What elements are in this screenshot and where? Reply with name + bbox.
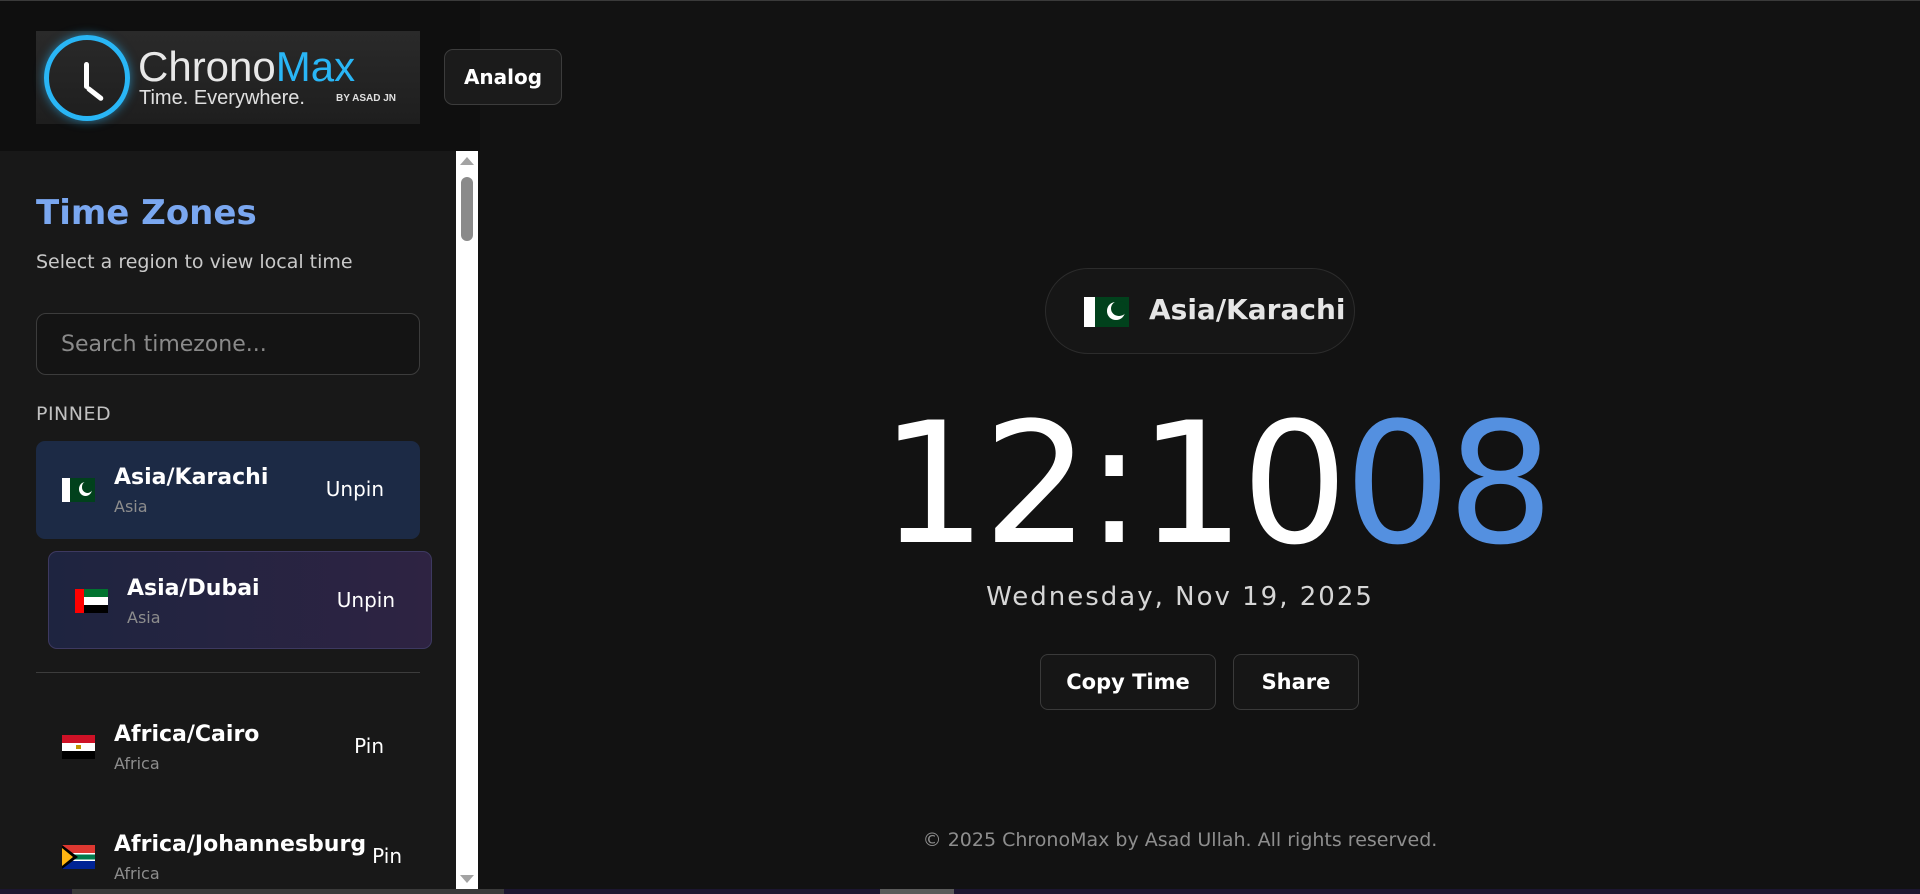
logo-tagline: Time. Everywhere.	[139, 87, 305, 109]
horizontal-scrollbar[interactable]	[0, 889, 1920, 894]
pk-flag-icon	[1084, 297, 1129, 327]
scroll-down-arrow-icon[interactable]	[460, 875, 474, 883]
sidebar-scrollbar[interactable]	[456, 151, 478, 889]
footer-copyright: © 2025 ChronoMax by Asad Ullah. All righ…	[922, 829, 1438, 851]
clock-hours-minutes: 12:10	[880, 386, 1348, 582]
scrollbar-thumb[interactable]	[461, 177, 473, 241]
za-flag-icon	[62, 845, 95, 869]
scroll-up-arrow-icon[interactable]	[460, 157, 474, 165]
zone-name: Africa/Johannesburg	[114, 832, 367, 857]
analog-mode-button[interactable]: Analog	[444, 49, 562, 105]
copy-time-button[interactable]: Copy Time	[1040, 654, 1216, 710]
pinned-label: PINNED	[36, 403, 112, 425]
zone-cairo[interactable]: Africa/Cairo Africa Pin	[36, 698, 420, 796]
zone-name: Asia/Dubai	[127, 576, 260, 601]
sidebar-subtitle: Select a region to view local time	[36, 251, 353, 273]
zone-region: Asia	[127, 608, 161, 627]
selected-zone-name: Asia/Karachi	[1149, 293, 1346, 326]
eg-flag-icon	[62, 735, 95, 759]
pin-button[interactable]: Pin	[372, 844, 402, 868]
scrollbar-thumb[interactable]	[880, 889, 954, 894]
pinned-zone-dubai[interactable]: Asia/Dubai Asia Unpin	[48, 551, 432, 649]
zone-name: Africa/Cairo	[114, 722, 260, 747]
logo-byline: BY ASAD JN	[336, 93, 397, 104]
sidebar-title: Time Zones	[36, 193, 257, 233]
zone-name: Asia/Karachi	[114, 465, 269, 490]
scrollbar-track[interactable]	[72, 889, 504, 894]
ae-flag-icon	[75, 589, 108, 613]
pinned-zone-karachi[interactable]: Asia/Karachi Asia Unpin	[36, 441, 420, 539]
selected-zone-pill: Asia/Karachi	[1045, 268, 1355, 354]
zone-johannesburg[interactable]: Africa/Johannesburg Africa Pin	[36, 808, 420, 889]
zone-region: Africa	[114, 864, 160, 883]
unpin-button[interactable]: Unpin	[326, 477, 384, 501]
pin-button[interactable]: Pin	[354, 734, 384, 758]
digital-clock: 12:1008	[880, 400, 1554, 568]
clock-date: Wednesday, Nov 19, 2025	[986, 582, 1374, 612]
clock-logo-icon	[44, 35, 130, 121]
clock-seconds: 08	[1344, 386, 1554, 582]
unpin-button[interactable]: Unpin	[337, 588, 395, 612]
header: ChronoMax Time. Everywhere. BY ASAD JN	[0, 1, 480, 151]
search-input[interactable]	[36, 313, 420, 375]
logo-name-part2: Max	[275, 43, 356, 90]
logo-name-part1: Chrono	[138, 43, 276, 90]
share-button[interactable]: Share	[1233, 654, 1359, 710]
zone-region: Asia	[114, 497, 148, 516]
pk-flag-icon	[62, 478, 95, 502]
logo-name: ChronoMax	[138, 43, 355, 91]
divider	[36, 672, 420, 673]
sidebar: Time Zones Select a region to view local…	[0, 151, 456, 889]
chronomax-logo[interactable]: ChronoMax Time. Everywhere. BY ASAD JN	[36, 31, 420, 124]
zone-region: Africa	[114, 754, 160, 773]
